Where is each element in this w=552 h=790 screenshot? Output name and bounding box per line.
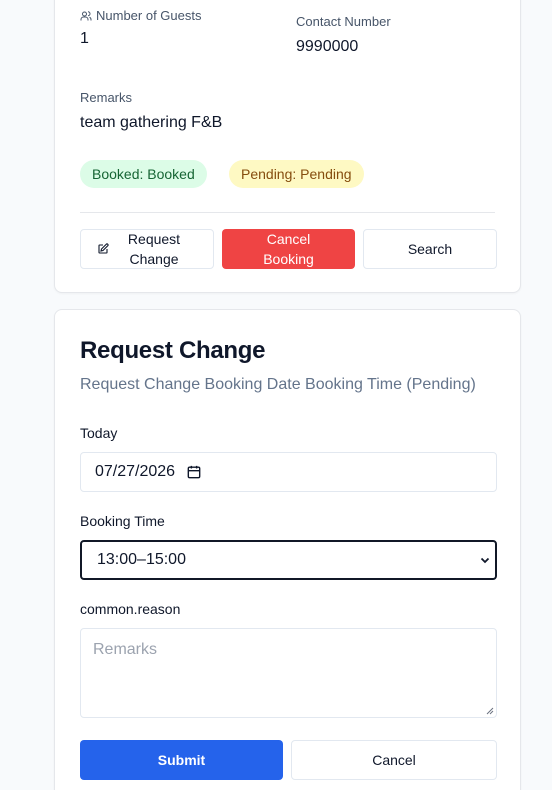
booking-time-value: 13:00–15:00: [97, 551, 186, 568]
guests-label-text: Number of Guests: [96, 8, 202, 23]
contact-value: 9990000: [296, 38, 359, 55]
request-change-button[interactable]: Request Change: [80, 229, 214, 269]
contact-label: Contact Number: [296, 14, 391, 29]
booked-status-badge: Booked: Booked: [80, 160, 207, 188]
form-subtitle: Request Change Booking Date Booking Time…: [80, 376, 476, 393]
remarks-value: team gathering F&B: [80, 114, 223, 131]
date-label: Today: [80, 425, 118, 441]
page-title: Request Change: [80, 337, 266, 364]
pending-status-badge: Pending: Pending: [229, 160, 364, 188]
date-value: 07/27/2026: [95, 463, 176, 480]
cancel-button[interactable]: Cancel: [291, 740, 497, 780]
reason-textarea[interactable]: Remarks: [80, 628, 497, 718]
booking-time-label: Booking Time: [80, 513, 165, 529]
reason-placeholder: Remarks: [93, 641, 158, 658]
submit-button[interactable]: Submit: [80, 740, 283, 780]
reason-label: common.reason: [80, 601, 181, 617]
booking-details-card: Number of Guests 1 Contact Number 999000…: [54, 0, 521, 293]
booking-time-select[interactable]: 13:00–15:00: [80, 540, 497, 580]
cancel-booking-button[interactable]: Cancel Booking: [222, 229, 355, 269]
search-button[interactable]: Search: [363, 229, 497, 269]
users-icon: [80, 10, 92, 20]
date-input[interactable]: 07/27/2026: [80, 452, 497, 492]
request-change-label: Request Change: [127, 231, 181, 267]
guests-value: 1: [80, 30, 89, 47]
divider: [80, 212, 495, 213]
chevron-down-icon: [480, 557, 490, 564]
guests-label: Number of Guests: [80, 8, 202, 23]
resize-handle-icon[interactable]: [486, 707, 494, 715]
edit-icon: [98, 243, 109, 254]
calendar-icon[interactable]: [187, 465, 201, 479]
cancel-booking-label: Cancel Booking: [263, 231, 314, 267]
remarks-label: Remarks: [80, 90, 133, 105]
request-change-card: Request Change Request Change Booking Da…: [54, 309, 521, 790]
